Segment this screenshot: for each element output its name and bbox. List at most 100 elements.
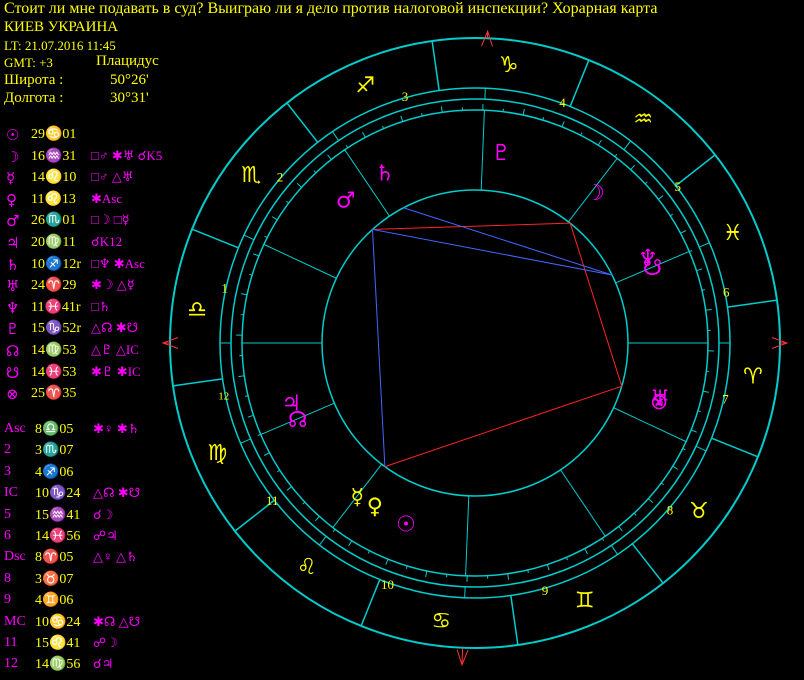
degree-tick <box>296 182 302 188</box>
house-cusp-mark <box>695 445 707 452</box>
planet-glyph-icon: ♂ <box>336 189 356 214</box>
sign-boundary <box>727 299 778 308</box>
degree-tick <box>332 528 336 532</box>
aspect-line <box>372 222 571 230</box>
house-number: 10 <box>381 577 394 592</box>
planet-glyph-icon: ♇ <box>491 141 511 166</box>
house-number: 11 <box>266 493 279 508</box>
zodiac-sign-icon: ♏ <box>241 163 261 188</box>
degree-tick <box>672 465 679 470</box>
aspect-line <box>372 229 386 467</box>
zodiac-sign-icon: ♊ <box>575 589 595 614</box>
degree-tick <box>680 230 687 234</box>
degree-tick <box>286 486 292 491</box>
degree-tick <box>276 469 281 473</box>
house-number: 12 <box>218 390 229 402</box>
planet-glyph-icon: ♀ <box>367 495 383 520</box>
aspect-line <box>569 223 623 387</box>
sign-boundary <box>711 437 759 458</box>
degree-tick <box>580 132 583 136</box>
degree-tick <box>253 253 260 257</box>
house-cusp-mark <box>610 545 618 555</box>
degree-tick <box>257 433 261 436</box>
degree-tick <box>245 395 249 397</box>
horoscope-wheel: ♈♉♊♋♌♍♎♏♐♑♒♓123 456789101112☉☽☿ ♀♂♃♄♅♆♇☊☋⊗ <box>161 29 789 667</box>
degree-tick <box>313 170 317 174</box>
degree-tick <box>348 540 353 547</box>
zodiac-sign-icon: ♍ <box>208 441 228 466</box>
degree-tick <box>263 452 270 456</box>
planet-glyph-icon: ☊ <box>288 408 308 433</box>
degree-tick <box>584 548 588 555</box>
degree-tick <box>527 569 529 573</box>
degree-tick <box>382 125 385 129</box>
sign-boundary <box>172 378 223 387</box>
zodiac-sign-icon: ♓ <box>723 221 743 246</box>
degree-tick <box>522 109 525 116</box>
degree-tick <box>440 106 443 113</box>
zodiac-sign-icon: ♒ <box>633 107 653 132</box>
degree-tick <box>247 414 254 418</box>
degree-tick <box>400 115 404 122</box>
planet-glyph-icon: ⊗ <box>650 390 668 415</box>
degree-tick <box>286 200 290 204</box>
degree-tick <box>264 235 268 238</box>
degree-tick <box>701 289 705 291</box>
zodiac-sign-icon: ♐ <box>355 73 375 98</box>
house-cusp-line <box>263 243 337 279</box>
degree-tick <box>630 164 636 170</box>
sign-boundary <box>569 59 590 107</box>
degree-tick <box>618 526 623 532</box>
sign-boundary <box>360 579 381 627</box>
zodiac-sign-icon: ♑ <box>499 53 519 78</box>
sign-boundary <box>431 40 440 91</box>
house-cusp-mark <box>623 140 631 150</box>
degree-tick <box>241 293 248 296</box>
planet-glyph-icon: ☉ <box>396 512 416 537</box>
house-number: 5 <box>674 179 681 194</box>
house-number: 1 <box>221 280 228 295</box>
degree-tick <box>425 570 428 577</box>
degree-tick <box>327 154 332 160</box>
house-number: 9 <box>542 583 549 598</box>
degree-tick <box>614 154 618 158</box>
degree-tick <box>507 573 510 580</box>
sign-boundary <box>675 154 716 187</box>
house-cusp-line <box>560 469 606 537</box>
degree-tick <box>658 195 664 200</box>
wheel-ring <box>321 189 629 497</box>
degree-tick <box>302 501 306 505</box>
degree-tick <box>367 550 370 554</box>
house-number: 2 <box>277 169 284 184</box>
degree-tick <box>238 375 245 378</box>
house-number: 4 <box>559 95 566 110</box>
degree-tick <box>702 390 709 393</box>
degree-tick <box>385 558 389 565</box>
degree-tick <box>660 482 664 486</box>
aspect-line <box>384 385 622 468</box>
degree-tick <box>271 216 278 221</box>
planet-glyph-icon: ☽ <box>585 181 605 206</box>
zodiac-sign-icon: ♈ <box>743 365 763 390</box>
degree-tick <box>633 512 637 516</box>
degree-tick <box>705 308 712 311</box>
degree-tick <box>546 564 550 571</box>
degree-tick <box>689 250 693 253</box>
zodiac-sign-icon: ♉ <box>689 499 709 524</box>
house-cusp-line <box>465 495 470 576</box>
degree-tick <box>421 113 423 117</box>
degree-tick <box>362 131 366 138</box>
degree-tick <box>565 557 568 561</box>
house-number: 8 <box>667 503 674 518</box>
degree-tick <box>648 498 654 504</box>
degree-tick <box>345 144 349 149</box>
house-cusp-line <box>480 110 485 191</box>
house-cusp-mark <box>699 242 710 248</box>
planet-glyph-icon: ☿ <box>351 485 365 510</box>
planet-glyph-icon: ♄ <box>375 161 395 186</box>
house-cusp-mark <box>332 131 340 141</box>
house-number: 6 <box>723 285 730 300</box>
degree-tick <box>669 213 674 217</box>
zodiac-sign-icon: ♋ <box>431 609 451 634</box>
sign-boundary <box>631 543 664 584</box>
